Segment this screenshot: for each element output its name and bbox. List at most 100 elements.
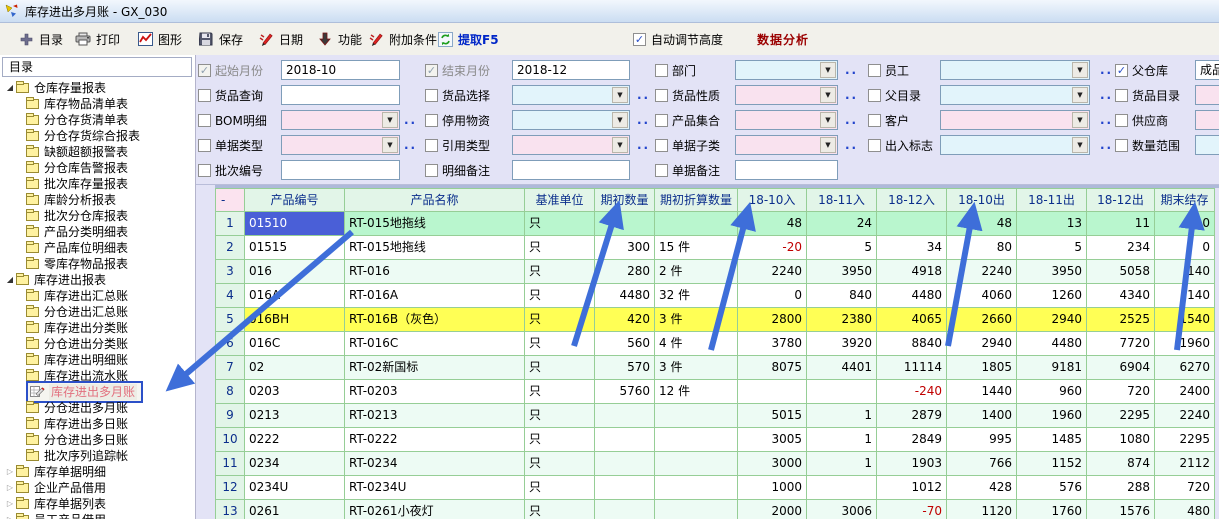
- grid-cell[interactable]: 3 件: [655, 308, 738, 332]
- data-analysis-link[interactable]: 数据分析: [757, 31, 809, 48]
- grid-cell[interactable]: 01510: [245, 212, 345, 236]
- grid-cell[interactable]: [877, 212, 947, 236]
- filter-checkbox[interactable]: [655, 89, 668, 102]
- column-header-4[interactable]: 期初数量: [595, 188, 655, 212]
- grid-cell[interactable]: -240: [877, 380, 947, 404]
- filter-select[interactable]: ▼: [735, 135, 838, 155]
- grid-cell[interactable]: [807, 380, 877, 404]
- more-options-button[interactable]: ..: [637, 135, 650, 155]
- filter-input[interactable]: 2018-12: [512, 60, 630, 80]
- column-header-11[interactable]: 18-12出: [1087, 188, 1155, 212]
- grid-cell[interactable]: 只: [525, 332, 595, 356]
- filter-checkbox[interactable]: [1115, 114, 1128, 127]
- grid-cell[interactable]: 80: [947, 236, 1017, 260]
- expand-icon[interactable]: ▷: [4, 464, 16, 480]
- sidebar-item-14[interactable]: 库存进出汇总账: [26, 288, 128, 304]
- grid-cell[interactable]: 11: [1087, 212, 1155, 236]
- sidebar-item-15[interactable]: 分仓进出汇总账: [26, 304, 128, 320]
- filter-checkbox[interactable]: [868, 64, 881, 77]
- grid-cell[interactable]: 1540: [1155, 308, 1215, 332]
- more-options-button[interactable]: ..: [404, 110, 417, 130]
- grid-cell[interactable]: 只: [525, 236, 595, 260]
- grid-cell[interactable]: 0261: [245, 500, 345, 519]
- grid-cell[interactable]: 4060: [947, 284, 1017, 308]
- grid-cell[interactable]: 11114: [877, 356, 947, 380]
- filter-checkbox-group[interactable]: 引用类型: [425, 135, 490, 155]
- filter-select[interactable]: ▼: [281, 110, 400, 130]
- filter-checkbox-group[interactable]: 单据备注: [655, 160, 720, 180]
- grid-cell[interactable]: [738, 380, 807, 404]
- grid-cell[interactable]: 766: [947, 452, 1017, 476]
- grid-cell[interactable]: 720: [1087, 380, 1155, 404]
- dropdown-arrow-icon[interactable]: ▼: [1072, 112, 1088, 128]
- filter-checkbox[interactable]: [198, 164, 211, 177]
- grid-cell[interactable]: 8075: [738, 356, 807, 380]
- grid-cell[interactable]: 48: [947, 212, 1017, 236]
- sidebar-item-22[interactable]: 库存进出多日账: [26, 416, 128, 432]
- filter-checkbox[interactable]: [1115, 89, 1128, 102]
- column-header-9[interactable]: 18-10出: [947, 188, 1017, 212]
- grid-cell[interactable]: 4065: [877, 308, 947, 332]
- grid-cell[interactable]: 560: [595, 332, 655, 356]
- filter-checkbox[interactable]: [425, 89, 438, 102]
- grid-cell[interactable]: 280: [595, 260, 655, 284]
- grid-cell[interactable]: 24: [807, 212, 877, 236]
- grid-cell[interactable]: 480: [1155, 500, 1215, 519]
- filter-checkbox-group[interactable]: 数量范围: [1115, 135, 1180, 155]
- sidebar-item-10[interactable]: 产品分类明细表: [26, 224, 128, 240]
- grid-cell[interactable]: 016: [245, 260, 345, 284]
- grid-cell[interactable]: 0222: [245, 428, 345, 452]
- grid-cell[interactable]: -20: [738, 236, 807, 260]
- filter-input[interactable]: [512, 160, 630, 180]
- grid-cell[interactable]: 32 件: [655, 284, 738, 308]
- grid-cell[interactable]: 5058: [1087, 260, 1155, 284]
- grid-cell[interactable]: 0203: [245, 380, 345, 404]
- filter-checkbox[interactable]: [198, 139, 211, 152]
- filter-checkbox-group[interactable]: ✓起始月份: [198, 60, 263, 80]
- expand-icon[interactable]: ▷: [4, 496, 16, 512]
- toolbar-button-extra-conditions[interactable]: 附加条件: [368, 28, 437, 50]
- sidebar-item-6[interactable]: 分仓库告警报表: [26, 160, 128, 176]
- grid-cell[interactable]: 0234: [245, 452, 345, 476]
- column-header-0[interactable]: -: [215, 188, 245, 212]
- grid-cell[interactable]: [655, 212, 738, 236]
- row-number[interactable]: 2: [215, 236, 245, 260]
- dropdown-arrow-icon[interactable]: ▼: [820, 62, 836, 78]
- column-header-2[interactable]: 产品名称: [345, 188, 525, 212]
- grid-cell[interactable]: RT-016C: [345, 332, 525, 356]
- sidebar-item-11[interactable]: 产品库位明细表: [26, 240, 128, 256]
- grid-cell[interactable]: 428: [947, 476, 1017, 500]
- filter-select[interactable]: ▼: [940, 60, 1090, 80]
- sidebar-item-16[interactable]: 库存进出分类账: [26, 320, 128, 336]
- filter-input[interactable]: [281, 160, 400, 180]
- filter-checkbox-group[interactable]: 货品性质: [655, 85, 720, 105]
- grid-cell[interactable]: 只: [525, 356, 595, 380]
- expand-icon[interactable]: ▷: [4, 480, 16, 496]
- row-number[interactable]: 11: [215, 452, 245, 476]
- column-header-12[interactable]: 期末结存: [1155, 188, 1215, 212]
- grid-cell[interactable]: 140: [1155, 260, 1215, 284]
- grid-cell[interactable]: 3005: [738, 428, 807, 452]
- grid-cell[interactable]: 3950: [1017, 260, 1087, 284]
- grid-cell[interactable]: 只: [525, 476, 595, 500]
- dropdown-arrow-icon[interactable]: ▼: [612, 87, 628, 103]
- row-number[interactable]: 8: [215, 380, 245, 404]
- dropdown-arrow-icon[interactable]: ▼: [382, 112, 398, 128]
- row-number[interactable]: 9: [215, 404, 245, 428]
- grid-cell[interactable]: 3000: [738, 452, 807, 476]
- toolbar-button-save[interactable]: 保存: [198, 28, 243, 50]
- grid-cell[interactable]: 4340: [1087, 284, 1155, 308]
- row-number[interactable]: 10: [215, 428, 245, 452]
- more-options-button[interactable]: ..: [1100, 110, 1113, 130]
- sidebar-item-3[interactable]: 分仓存货清单表: [26, 112, 128, 128]
- grid-cell[interactable]: 1760: [1017, 500, 1087, 519]
- filter-select[interactable]: ▼: [512, 85, 630, 105]
- grid-cell[interactable]: [595, 428, 655, 452]
- filter-checkbox[interactable]: [198, 114, 211, 127]
- grid-cell[interactable]: RT-0234U: [345, 476, 525, 500]
- grid-cell[interactable]: 2800: [738, 308, 807, 332]
- filter-select[interactable]: ▼: [940, 110, 1090, 130]
- grid-cell[interactable]: 1960: [1017, 404, 1087, 428]
- dropdown-arrow-icon[interactable]: ▼: [820, 137, 836, 153]
- grid-cell[interactable]: RT-0203: [345, 380, 525, 404]
